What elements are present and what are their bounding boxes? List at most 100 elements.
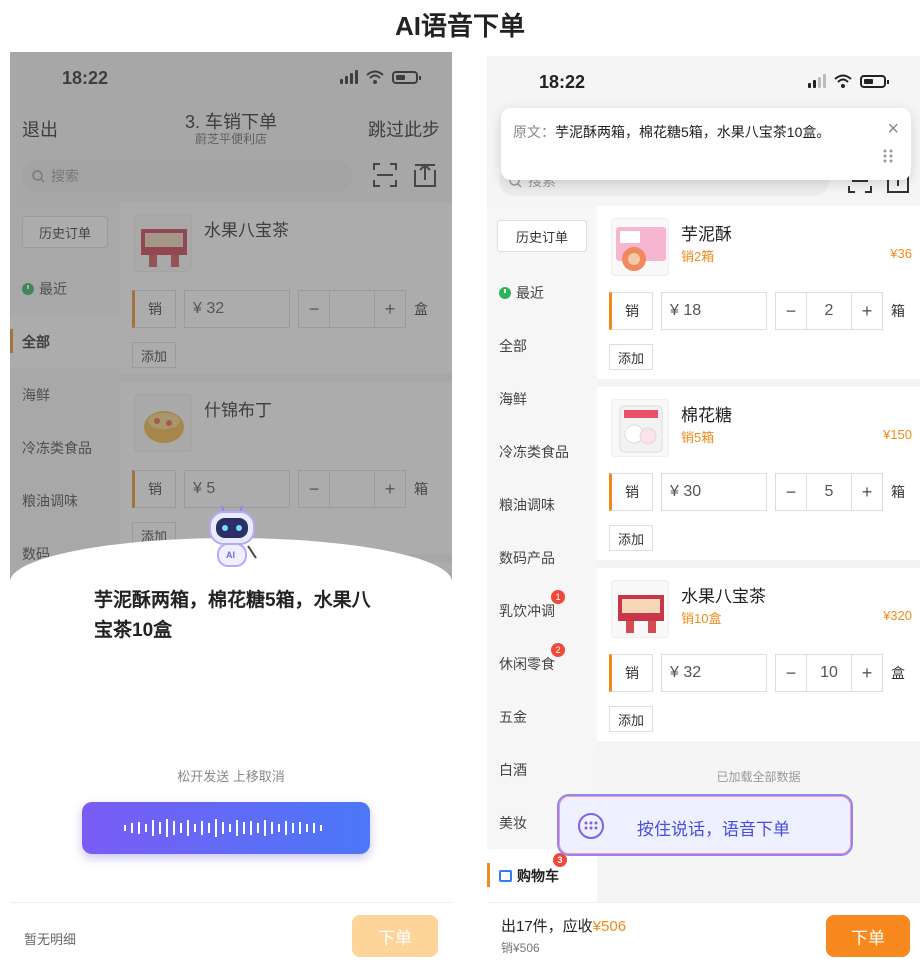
hold-to-talk-button[interactable]: 按住说话，语音下单: [557, 794, 853, 856]
plus-button[interactable]: +: [852, 293, 882, 329]
minus-button[interactable]: −: [776, 655, 806, 691]
sidebar-item-label: 购物车: [517, 867, 559, 884]
price-input[interactable]: ¥ 18: [661, 292, 767, 330]
sidebar-item-label: 海鲜: [499, 390, 527, 407]
sold-quantity: 销2箱: [681, 249, 715, 264]
line-total: ¥36: [890, 246, 912, 261]
battery-icon: [860, 74, 889, 88]
sidebar-item-cart[interactable]: 购物车 3: [487, 849, 597, 902]
cart-icon: [499, 869, 512, 882]
history-orders-button[interactable]: 历史订单: [497, 220, 587, 252]
drag-handle-icon[interactable]: [883, 148, 893, 164]
right-phone-screen: 18:22 搜索 历史订单 最近 全部 海鲜 冷冻类食品 粮油调味 数码产品 乳…: [487, 56, 920, 965]
amount-due: ¥506: [592, 918, 627, 935]
sell-type-button[interactable]: 销: [609, 473, 653, 511]
quantity-input[interactable]: 5: [806, 474, 852, 510]
add-button[interactable]: 添加: [609, 344, 654, 370]
sidebar-item-label: 最近: [516, 284, 544, 301]
product-name: 棉花糖: [681, 406, 732, 425]
sidebar-item-label: 美妆: [499, 814, 527, 831]
summary-prefix: 出17件，应收: [501, 918, 593, 935]
sidebar-item-label: 休闲零食: [499, 655, 555, 672]
add-button[interactable]: 添加: [609, 706, 654, 732]
original-text: 原文：芋泥酥两箱，棉花糖5箱，水果八宝茶10盒。: [513, 120, 853, 144]
order-summary: 出17件，应收¥506: [501, 915, 626, 936]
original-content: 芋泥酥两箱，棉花糖5箱，水果八宝茶10盒。: [555, 124, 831, 140]
count-badge: 2: [551, 643, 565, 657]
sound-wave-icon: [124, 819, 322, 837]
close-icon[interactable]: ×: [887, 118, 899, 141]
sidebar-item-liquor[interactable]: 白酒: [487, 743, 597, 796]
sidebar-item-label: 粮油调味: [499, 496, 555, 513]
left-phone-screen: 18:22 退出 3. 车销下单 蔚芝平便利店 跳过此步 搜索 历史订单 最近 …: [10, 52, 452, 965]
no-detail-text: 暂无明细: [24, 932, 77, 947]
product-card: 水果八宝茶 销10盒 ¥320 销 ¥ 32 − 10 + 盒 添加: [597, 568, 920, 749]
status-bar: 18:22: [487, 56, 920, 108]
release-to-send-hint: 松开发送 上移取消: [177, 769, 285, 784]
plus-button[interactable]: +: [852, 655, 882, 691]
clock-icon: [499, 286, 511, 299]
quantity-input[interactable]: 10: [806, 655, 852, 691]
sidebar-item-label: 五金: [499, 708, 527, 725]
price-input[interactable]: ¥ 30: [661, 473, 767, 511]
order-footer: 出17件，应收¥506 销¥506 下单: [487, 902, 920, 965]
minus-button[interactable]: −: [776, 474, 806, 510]
line-total: ¥150: [883, 427, 912, 442]
product-image-fruit-tea: [611, 580, 669, 638]
plus-button[interactable]: +: [852, 474, 882, 510]
product-image-taro-pastry: [611, 218, 669, 276]
product-card: 棉花糖 销5箱 ¥150 销 ¥ 30 − 5 + 箱 添加: [597, 387, 920, 568]
product-card: 芋泥酥 销2箱 ¥36 销 ¥ 18 − 2 + 箱 添加: [597, 206, 920, 387]
signal-icon: [808, 74, 826, 88]
product-order-row: 销 ¥ 32 − 10 + 盒: [609, 654, 905, 692]
robot-label: AI: [226, 550, 235, 560]
place-order-button[interactable]: 下单: [352, 915, 438, 957]
place-order-button[interactable]: 下单: [826, 915, 910, 957]
sidebar-item-label: 全部: [499, 337, 527, 354]
sidebar-item-seafood[interactable]: 海鲜: [487, 372, 597, 425]
minus-button[interactable]: −: [776, 293, 806, 329]
order-footer: 暂无明细 下单: [10, 902, 452, 965]
unit-label: 盒: [891, 665, 905, 681]
hold-to-talk-label: 按住说话，语音下单: [637, 820, 790, 839]
product-order-row: 销 ¥ 30 − 5 + 箱: [609, 473, 905, 511]
sidebar-item-snacks[interactable]: 休闲零食 2: [487, 637, 597, 690]
wifi-icon: [834, 74, 852, 88]
status-icons: [808, 74, 889, 88]
ai-robot-icon: AI: [200, 502, 264, 572]
add-button[interactable]: 添加: [609, 525, 654, 551]
page-title: AI语音下单: [394, 11, 525, 41]
sidebar-item-label: 冷冻类食品: [499, 443, 569, 460]
original-label: 原文：: [513, 124, 555, 140]
sidebar-item-label: 数码产品: [499, 549, 555, 566]
quantity-stepper: − 10 +: [775, 654, 883, 692]
recognized-speech-text: 芋泥酥两箱，棉花糖5箱，水果八宝茶10盒: [94, 590, 371, 641]
unit-label: 箱: [891, 303, 905, 319]
product-image-marshmallow: [611, 399, 669, 457]
product-name: 水果八宝茶: [681, 587, 766, 606]
voice-keypad-icon: [578, 813, 604, 839]
quantity-stepper: − 2 +: [775, 292, 883, 330]
quantity-stepper: − 5 +: [775, 473, 883, 511]
status-time: 18:22: [539, 72, 586, 92]
sell-type-button[interactable]: 销: [609, 654, 653, 692]
sold-quantity: 销10盒: [681, 611, 722, 626]
sell-type-button[interactable]: 销: [609, 292, 653, 330]
sidebar-item-digital[interactable]: 数码产品: [487, 531, 597, 584]
sidebar-item-frozen[interactable]: 冷冻类食品: [487, 425, 597, 478]
sidebar-item-hardware[interactable]: 五金: [487, 690, 597, 743]
voice-record-button[interactable]: [82, 802, 370, 854]
quantity-input[interactable]: 2: [806, 293, 852, 329]
sidebar-item-recent[interactable]: 最近: [487, 266, 597, 319]
sidebar-item-label: 乳饮冲调: [499, 602, 555, 619]
price-input[interactable]: ¥ 32: [661, 654, 767, 692]
sold-quantity: 销5箱: [681, 430, 715, 445]
product-order-row: 销 ¥ 18 − 2 + 箱: [609, 292, 905, 330]
sidebar-item-grain-oil[interactable]: 粮油调味: [487, 478, 597, 531]
count-badge: 1: [551, 590, 565, 604]
original-text-popup: 原文：芋泥酥两箱，棉花糖5箱，水果八宝茶10盒。 ×: [501, 108, 911, 180]
sidebar-item-dairy[interactable]: 乳饮冲调 1: [487, 584, 597, 637]
sidebar-item-all[interactable]: 全部: [487, 319, 597, 372]
all-loaded-text: 已加载全部数据: [716, 770, 801, 784]
line-total: ¥320: [883, 608, 912, 623]
